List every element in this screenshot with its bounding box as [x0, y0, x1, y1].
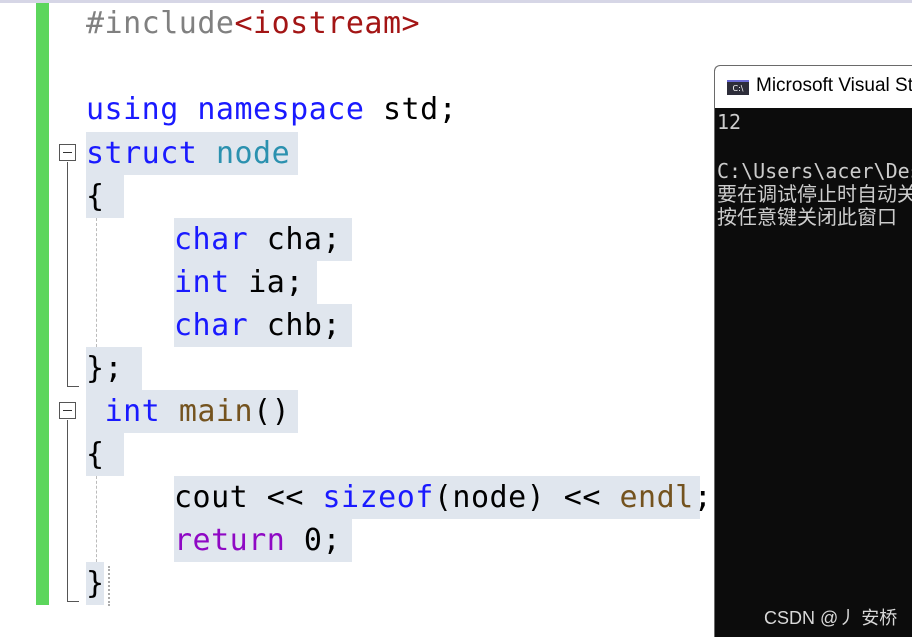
console-output-line: 要在调试停止时自动关闭控制台	[717, 182, 912, 206]
endl-manipulator: endl	[619, 480, 694, 515]
console-app-icon: C:\	[727, 80, 749, 95]
struct-name: node	[215, 136, 291, 171]
console-output-line: 按任意键关闭此窗口	[717, 205, 897, 229]
code-line-using[interactable]: using namespace std;	[86, 88, 457, 131]
code-line-struct[interactable]: struct node	[86, 132, 298, 175]
include-directive: #include	[86, 6, 235, 41]
struct-indent-guide	[96, 218, 97, 347]
code-line-member-cha[interactable]: char cha;	[174, 218, 352, 261]
struct-keyword: struct	[86, 136, 198, 171]
return-keyword: return	[174, 523, 286, 558]
member-name: cha;	[248, 222, 342, 257]
member-type: char	[174, 308, 249, 343]
code-line-main-brace-open[interactable]: {	[86, 433, 124, 476]
console-title: Microsoft Visual Studio Debug Console	[756, 75, 912, 96]
include-header: <iostream>	[234, 6, 421, 41]
namespace-name: std;	[364, 92, 458, 127]
debug-console-window[interactable]: C:\ Microsoft Visual Studio Debug Consol…	[714, 65, 912, 637]
code-line-member-ia[interactable]: int ia;	[174, 261, 317, 304]
console-output-line: 12	[717, 110, 742, 134]
main-outline-end	[67, 601, 79, 602]
console-output-line: C:\Users\acer\Desktop	[717, 159, 912, 183]
sizeof-keyword: sizeof	[322, 480, 434, 515]
code-line-struct-end[interactable]: };	[86, 347, 142, 390]
csdn-watermark: CSDN @丿 安桥	[764, 608, 898, 628]
code-line-main-decl[interactable]: int main()	[86, 390, 298, 433]
member-type: int	[174, 265, 230, 300]
member-name: chb;	[248, 308, 342, 343]
code-line-return[interactable]: return 0;	[174, 519, 352, 562]
code-line-member-chb[interactable]: char chb;	[174, 304, 352, 347]
code-line-main-brace-close[interactable]: }	[86, 562, 104, 605]
using-keyword: using	[86, 92, 179, 127]
return-value: 0;	[285, 523, 342, 558]
struct-outline-guide	[67, 162, 68, 387]
console-titlebar[interactable]: C:\ Microsoft Visual Studio Debug Consol…	[715, 66, 912, 108]
main-indent-guide	[96, 476, 97, 562]
cout-stream: cout <<	[174, 480, 323, 515]
namespace-keyword: namespace	[197, 92, 365, 127]
collapse-main-icon[interactable]	[59, 402, 76, 419]
code-line-struct-brace-open[interactable]: {	[86, 175, 124, 218]
code-line-cout[interactable]: cout << sizeof(node) << endl;	[174, 476, 712, 519]
main-function-name: main	[178, 394, 254, 429]
member-type: char	[174, 222, 249, 257]
text-cursor	[108, 566, 110, 606]
main-params: ()	[253, 394, 291, 429]
main-return-type: int	[104, 394, 161, 429]
member-name: ia;	[229, 265, 304, 300]
sizeof-args: (node) <<	[433, 480, 620, 515]
main-outline-guide	[67, 420, 68, 602]
collapse-struct-icon[interactable]	[59, 144, 76, 161]
code-line-include[interactable]: #include<iostream>	[86, 2, 420, 45]
struct-outline-end	[67, 386, 79, 387]
statement-end: ;	[693, 480, 713, 515]
